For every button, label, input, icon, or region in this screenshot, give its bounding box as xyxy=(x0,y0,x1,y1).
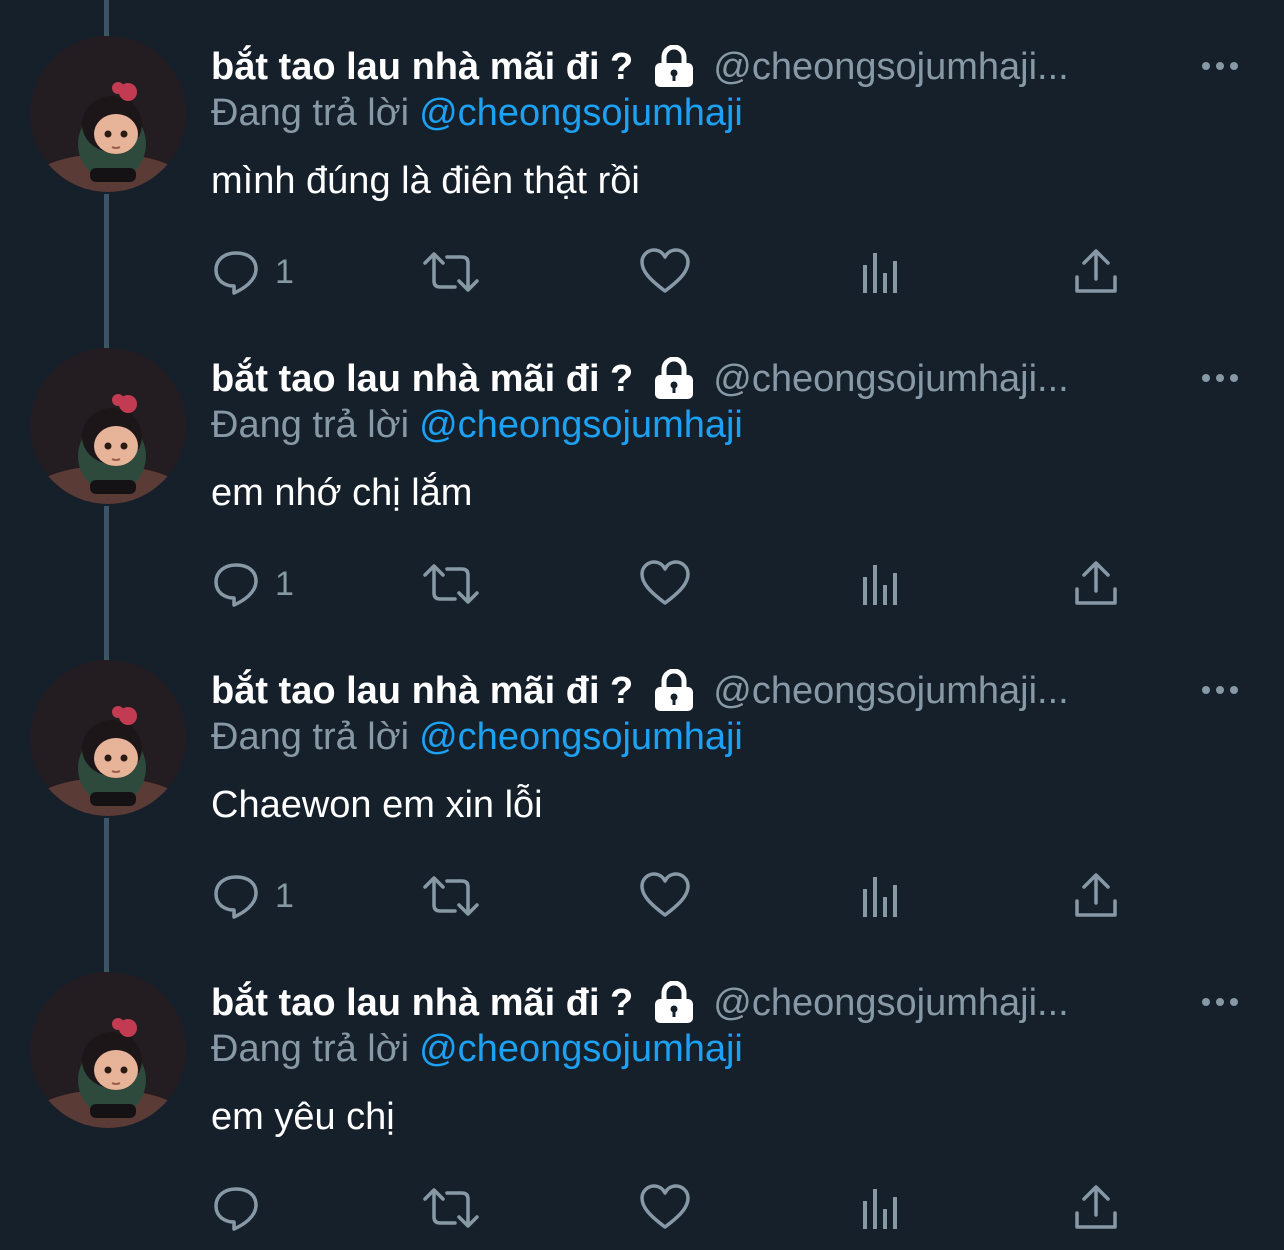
reply-icon xyxy=(211,559,261,609)
handle[interactable]: @cheongsojumhaji... xyxy=(713,982,1068,1025)
reply-count: 1 xyxy=(275,876,294,915)
heart-icon xyxy=(639,559,691,609)
reply-count: 1 xyxy=(275,252,294,291)
analytics-icon xyxy=(859,1183,903,1233)
tweet[interactable]: bắt tao lau nhà mãi đi ? @cheongsojumhaj… xyxy=(0,0,1284,312)
like-button[interactable] xyxy=(639,556,691,612)
reply-icon xyxy=(211,247,261,297)
share-button[interactable] xyxy=(1073,556,1119,612)
share-button[interactable] xyxy=(1073,244,1119,300)
reply-handle-link[interactable]: @cheongsojumhaji xyxy=(419,716,743,758)
more-icon[interactable] xyxy=(1200,992,1240,1012)
like-button[interactable] xyxy=(639,244,691,300)
lock-icon xyxy=(653,356,695,401)
avatar[interactable] xyxy=(30,660,186,816)
reply-icon xyxy=(211,1183,261,1233)
analytics-button[interactable] xyxy=(859,244,903,300)
avatar[interactable] xyxy=(30,36,186,192)
reply-handle-link[interactable]: @cheongsojumhaji xyxy=(419,1028,743,1070)
share-button[interactable] xyxy=(1073,868,1119,924)
retweet-icon xyxy=(421,247,481,297)
reply-handle-link[interactable]: @cheongsojumhaji xyxy=(419,92,743,134)
action-bar xyxy=(211,1180,1131,1236)
reply-button[interactable]: 1 xyxy=(211,556,294,612)
tweet[interactable]: bắt tao lau nhà mãi đi ? @cheongsojumhaj… xyxy=(0,624,1284,936)
retweet-icon xyxy=(421,1183,481,1233)
reply-button[interactable]: 1 xyxy=(211,244,294,300)
reply-handle-link[interactable]: @cheongsojumhaji xyxy=(419,404,743,446)
analytics-button[interactable] xyxy=(859,868,903,924)
retweet-icon xyxy=(421,871,481,921)
share-icon xyxy=(1073,559,1119,609)
reply-context: Đang trả lời @cheongsojumhaji xyxy=(211,404,743,447)
handle[interactable]: @cheongsojumhaji... xyxy=(713,46,1068,89)
reply-button[interactable]: 1 xyxy=(211,868,294,924)
action-bar: 1 xyxy=(211,868,1131,924)
tweet-text: em nhớ chị lắm xyxy=(211,472,473,514)
tweet-header: bắt tao lau nhà mãi đi ? @cheongsojumhaj… xyxy=(211,664,1211,718)
tweet-header: bắt tao lau nhà mãi đi ? @cheongsojumhaj… xyxy=(211,976,1211,1030)
retweet-icon xyxy=(421,559,481,609)
share-icon xyxy=(1073,247,1119,297)
reply-icon xyxy=(211,871,261,921)
heart-icon xyxy=(639,1183,691,1233)
tweet-text: em yêu chị xyxy=(211,1096,395,1138)
lock-icon xyxy=(653,980,695,1025)
handle[interactable]: @cheongsojumhaji... xyxy=(713,358,1068,401)
analytics-icon xyxy=(859,559,903,609)
avatar[interactable] xyxy=(30,348,186,504)
share-icon xyxy=(1073,871,1119,921)
reply-context: Đang trả lời @cheongsojumhaji xyxy=(211,1028,743,1071)
action-bar: 1 xyxy=(211,556,1131,612)
avatar[interactable] xyxy=(30,972,186,1128)
reply-context: Đang trả lời @cheongsojumhaji xyxy=(211,92,743,135)
lock-icon xyxy=(653,44,695,89)
handle[interactable]: @cheongsojumhaji... xyxy=(713,670,1068,713)
retweet-button[interactable] xyxy=(421,244,481,300)
tweet-text: Chaewon em xin lỗi xyxy=(211,784,543,826)
tweet-text: mình đúng là điên thật rồi xyxy=(211,160,640,202)
display-name[interactable]: bắt tao lau nhà mãi đi ? xyxy=(211,46,633,89)
analytics-icon xyxy=(859,871,903,921)
reply-count: 1 xyxy=(275,564,294,603)
reply-button[interactable] xyxy=(211,1180,275,1236)
display-name[interactable]: bắt tao lau nhà mãi đi ? xyxy=(211,358,633,401)
tweet-header: bắt tao lau nhà mãi đi ? @cheongsojumhaj… xyxy=(211,40,1211,94)
reply-prefix: Đang trả lời xyxy=(211,1028,410,1070)
more-icon[interactable] xyxy=(1200,56,1240,76)
tweet[interactable]: bắt tao lau nhà mãi đi ? @cheongsojumhaj… xyxy=(0,936,1284,1248)
retweet-button[interactable] xyxy=(421,1180,481,1236)
reply-context: Đang trả lời @cheongsojumhaji xyxy=(211,716,743,759)
heart-icon xyxy=(639,247,691,297)
tweet-header: bắt tao lau nhà mãi đi ? @cheongsojumhaj… xyxy=(211,352,1211,406)
like-button[interactable] xyxy=(639,868,691,924)
display-name[interactable]: bắt tao lau nhà mãi đi ? xyxy=(211,982,633,1025)
more-icon[interactable] xyxy=(1200,368,1240,388)
reply-prefix: Đang trả lời xyxy=(211,92,410,134)
like-button[interactable] xyxy=(639,1180,691,1236)
retweet-button[interactable] xyxy=(421,868,481,924)
lock-icon xyxy=(653,668,695,713)
analytics-button[interactable] xyxy=(859,1180,903,1236)
analytics-icon xyxy=(859,247,903,297)
reply-prefix: Đang trả lời xyxy=(211,404,410,446)
more-icon[interactable] xyxy=(1200,680,1240,700)
tweet[interactable]: bắt tao lau nhà mãi đi ? @cheongsojumhaj… xyxy=(0,312,1284,624)
heart-icon xyxy=(639,871,691,921)
action-bar: 1 xyxy=(211,244,1131,300)
reply-prefix: Đang trả lời xyxy=(211,716,410,758)
analytics-button[interactable] xyxy=(859,556,903,612)
share-button[interactable] xyxy=(1073,1180,1119,1236)
retweet-button[interactable] xyxy=(421,556,481,612)
share-icon xyxy=(1073,1183,1119,1233)
display-name[interactable]: bắt tao lau nhà mãi đi ? xyxy=(211,670,633,713)
